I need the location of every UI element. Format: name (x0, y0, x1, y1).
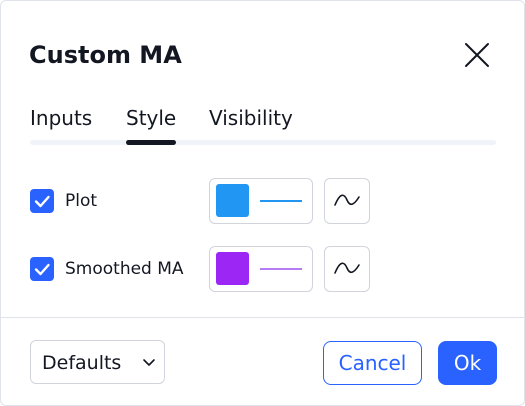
plot-line-type-button[interactable] (324, 178, 370, 224)
chevron-down-icon (143, 359, 155, 366)
smoothed-ma-color-button[interactable] (209, 246, 313, 292)
plot-line-preview (260, 200, 302, 202)
smoothed-ma-label: Smoothed MA (65, 259, 184, 279)
smoothed-ma-checkbox[interactable] (30, 257, 54, 281)
smoothed-ma-line-type-button[interactable] (324, 246, 370, 292)
style-row-plot: Plot (30, 178, 500, 224)
checkmark-icon (34, 195, 50, 208)
plot-color-swatch (216, 184, 249, 217)
line-type-icon (334, 262, 360, 274)
defaults-label: Defaults (42, 352, 122, 374)
line-type-icon (334, 194, 360, 206)
smoothed-ma-line-preview (260, 268, 302, 270)
tab-style[interactable]: Style (126, 105, 176, 131)
tab-track (30, 140, 496, 145)
ok-button[interactable]: Ok (438, 341, 497, 385)
smoothed-ma-color-swatch (216, 252, 249, 285)
plot-checkbox[interactable] (30, 189, 54, 213)
footer-divider (1, 317, 524, 318)
tab-inputs[interactable]: Inputs (30, 105, 92, 131)
tab-visibility[interactable]: Visibility (209, 105, 293, 131)
cancel-button[interactable]: Cancel (323, 341, 422, 385)
plot-label: Plot (65, 191, 98, 211)
style-row-smoothed-ma: Smoothed MA (30, 246, 500, 292)
tab-bar: Inputs Style Visibility (30, 101, 498, 147)
checkmark-icon (34, 263, 50, 276)
custom-ma-dialog: Custom MA Inputs Style Visibility Plot S… (0, 0, 525, 406)
defaults-dropdown[interactable]: Defaults (30, 340, 165, 384)
dialog-title: Custom MA (29, 41, 182, 69)
active-tab-indicator (126, 140, 176, 145)
close-icon[interactable] (459, 37, 495, 73)
plot-color-button[interactable] (209, 178, 313, 224)
